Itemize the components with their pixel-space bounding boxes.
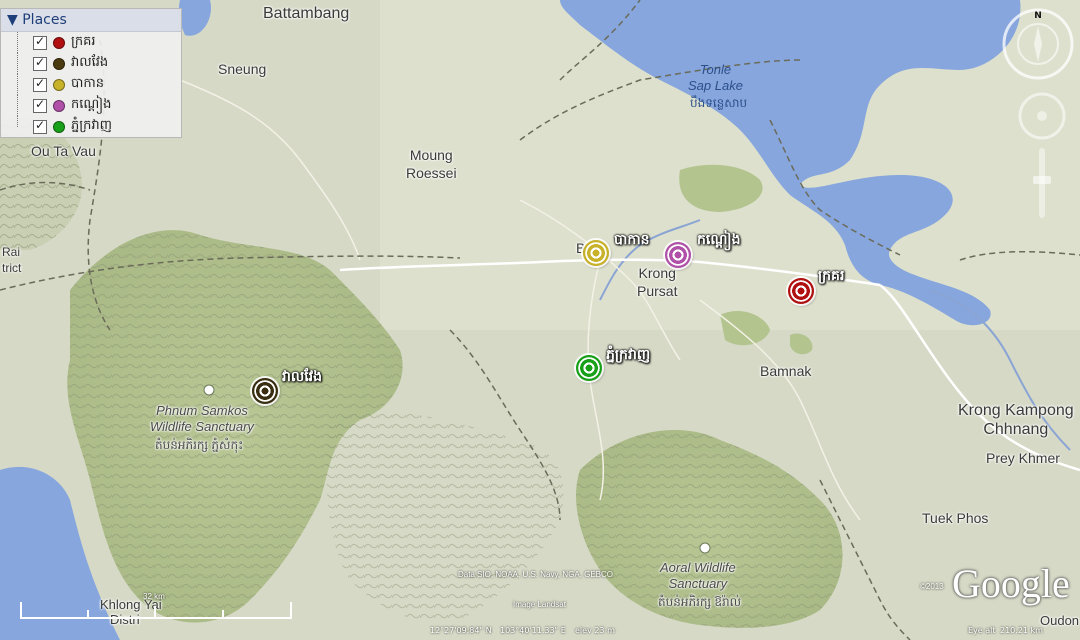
- dot-icon: [53, 36, 65, 49]
- status-elevation: elev 23 m: [575, 626, 615, 635]
- label-aoral-km: តំបន់អភិរក្ស ឱរ៉ាល់: [658, 595, 742, 609]
- places-panel: ▼ Places ក្រគរ វាលវែង បាកាន កណ្ដៀង ភ្នំក…: [0, 8, 182, 138]
- copyright-text: ©2013: [920, 582, 944, 591]
- status-latitude: 12°27'09.84" N: [430, 626, 492, 635]
- label-ou-ta-vau: Ou Ta Vau: [31, 143, 96, 159]
- scale-bar: [20, 602, 292, 619]
- places-item-label: ភ្នំក្រវាញ: [71, 118, 113, 133]
- label-tonle-sap-km: បឹងទន្លេសាប: [690, 96, 748, 110]
- dot-icon: [53, 99, 65, 112]
- places-item-label: កណ្ដៀង: [71, 97, 112, 112]
- places-panel-header[interactable]: ▼ Places: [1, 9, 181, 32]
- marker-label-krakor[interactable]: ក្រគរ: [818, 266, 844, 287]
- map-view[interactable]: Battambang Sneung Ou Ta Vau Moung Roesse…: [0, 0, 1080, 640]
- places-item-label: ក្រគរ: [71, 34, 96, 49]
- status-eye-label: Eye alt: [968, 626, 996, 635]
- label-sneung: Sneung: [218, 61, 267, 77]
- label-phnum-samkos: Phnum Samkos Wildlife Sanctuary: [150, 403, 254, 434]
- dot-icon: [53, 78, 65, 91]
- label-rai-trict: Rai trict: [2, 245, 22, 275]
- status-longitude: 103°40'11.33" E: [500, 626, 566, 635]
- label-aoral: Aoral Wildlife Sanctuary: [660, 560, 736, 591]
- checkbox[interactable]: [33, 76, 47, 92]
- marker-label-bakan[interactable]: បាកាន: [614, 230, 650, 251]
- places-item[interactable]: ក្រគរ: [1, 32, 181, 53]
- label-phnum-samkos-km: តំបន់អភិរក្ស ភ្នំសំកុះ: [155, 438, 244, 452]
- places-item[interactable]: ភ្នំក្រវាញ: [1, 116, 181, 137]
- status-bar: 12°27'09.84" N 103°40'11.33" E elev 23 m…: [0, 620, 1080, 640]
- places-item-label: បាកាន: [71, 76, 105, 91]
- label-tuek-phos: Tuek Phos: [922, 510, 989, 526]
- label-bamnak: Bamnak: [760, 363, 812, 379]
- dot-icon: [53, 57, 65, 70]
- label-moung-roessei: Moung Roessei: [406, 147, 457, 181]
- compass-north-label: N: [1034, 11, 1042, 21]
- marker-bakan[interactable]: [583, 240, 609, 266]
- compass-control[interactable]: N: [1000, 6, 1076, 82]
- marker-label-phnum-kravanh[interactable]: ភ្នំក្រវាញ: [606, 345, 650, 366]
- marker-kandieng[interactable]: [665, 242, 691, 268]
- checkbox[interactable]: [33, 97, 47, 113]
- label-tonle-sap: Tonle Sap Lake: [688, 62, 743, 93]
- label-krong-kampong-chhnang: Krong Kampong Chhnang: [958, 402, 1074, 438]
- checkbox[interactable]: [33, 55, 47, 71]
- places-item[interactable]: កណ្ដៀង: [1, 95, 181, 116]
- status-eye-altitude: 210.21 km: [1000, 626, 1043, 635]
- data-attribution: Data SIO, NOAA, U.S. Navy, NGA, GEBCO: [458, 570, 613, 579]
- google-logo: Google: [952, 561, 1070, 606]
- marker-krakor[interactable]: [788, 278, 814, 304]
- label-battambang: Battambang: [263, 5, 350, 22]
- places-item[interactable]: បាកាន: [1, 74, 181, 95]
- collapse-triangle-icon[interactable]: ▼: [7, 12, 18, 28]
- dot-icon: [53, 120, 65, 133]
- checkbox[interactable]: [33, 34, 47, 50]
- image-attribution: Image Landsat: [513, 600, 566, 609]
- scale-label: 32 km: [143, 592, 165, 601]
- label-prey-khmer: Prey Khmer: [986, 450, 1060, 466]
- marker-label-veal-veng[interactable]: វាលវែង: [282, 367, 322, 388]
- marker-label-kandieng[interactable]: កណ្ដៀង: [697, 230, 740, 251]
- marker-veal-veng[interactable]: [252, 378, 278, 404]
- navigation-controls[interactable]: [1012, 86, 1072, 226]
- label-krong-pursat: Krong Pursat: [637, 265, 678, 299]
- places-panel-title: Places: [22, 12, 67, 28]
- marker-phnum-kravanh[interactable]: [576, 355, 602, 381]
- places-item-label: វាលវែង: [71, 55, 109, 70]
- checkbox[interactable]: [33, 118, 47, 134]
- places-item[interactable]: វាលវែង: [1, 53, 181, 74]
